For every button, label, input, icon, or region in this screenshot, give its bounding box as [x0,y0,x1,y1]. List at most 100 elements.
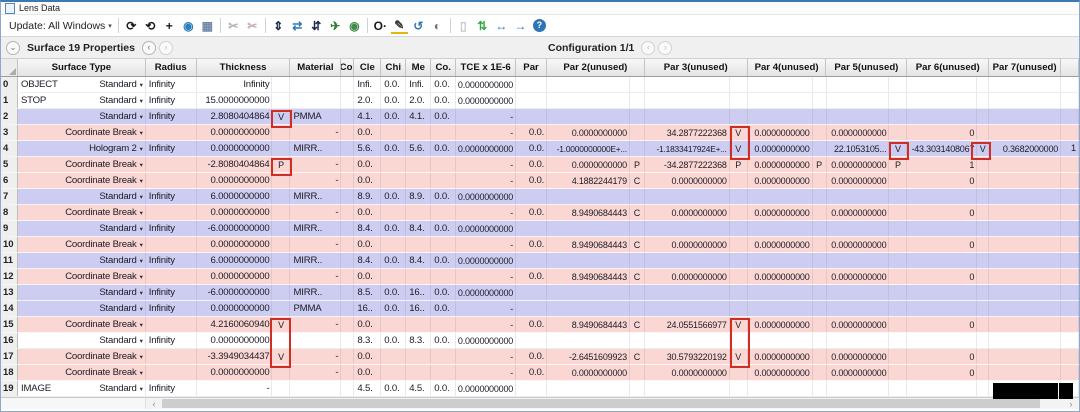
surface-type-cell[interactable]: Hologram 2 ▾ [18,141,146,156]
cell-cle[interactable]: 0.0. [354,365,382,380]
cell-mat[interactable]: MIRR.. [290,189,342,204]
cell-coat[interactable] [341,157,355,172]
cell-f3[interactable] [730,221,748,236]
cell-f2[interactable] [630,333,645,348]
cell-con[interactable] [431,173,457,188]
cell-con[interactable] [431,317,457,332]
cell-p5[interactable]: 0.0000000000 [827,125,890,140]
cell-p1[interactable] [516,93,548,108]
scroll-left-icon[interactable]: ‹ [146,399,162,409]
cell-p7[interactable] [989,285,1062,300]
horizontal-scrollbar[interactable]: ‹ › [1,397,1079,409]
cell-chi[interactable] [381,157,407,172]
cell-con[interactable] [431,365,457,380]
surface-type-cell[interactable]: Standard ▾ [18,253,146,268]
cell-p7[interactable] [989,93,1062,108]
cell-f4[interactable] [813,205,827,220]
cell-tf[interactable] [272,301,291,316]
cell-tce[interactable]: - [456,125,517,140]
cell-p3[interactable]: 0.0000000000 [645,365,730,380]
cell-p6[interactable]: 1 [907,157,978,172]
update-all-icon[interactable]: ⟲ [142,17,159,34]
row-number[interactable]: 8 [1,205,18,220]
cell-me[interactable] [406,349,432,364]
surface-type-cell[interactable]: Coordinate Break ▾ [18,269,146,284]
next-config-button[interactable]: › [658,40,673,55]
cell-cle[interactable]: 8.5. [354,285,382,300]
col-header-par7[interactable]: Par 7(unused) [989,59,1062,76]
cell-p6[interactable] [907,285,978,300]
insert-after-icon[interactable]: ⇄ [289,17,306,34]
surface-type-cell[interactable]: Standard ▾ [18,189,146,204]
cell-mat[interactable]: - [290,317,342,332]
cell-radius[interactable] [146,205,197,220]
cell-con[interactable]: 0.0. [431,77,457,92]
cell-p2[interactable] [547,253,630,268]
cell-tce[interactable]: 0.0000000000 [456,77,517,92]
cell-p5[interactable]: 0.0000000000 [827,365,890,380]
cell-p8[interactable]: 1 [1061,141,1079,156]
cell-p2[interactable] [547,93,630,108]
cell-f2[interactable] [630,285,645,300]
cell-p7[interactable]: 0.3682000000 [989,141,1062,156]
cell-p6[interactable]: 0 [907,205,978,220]
cell-tf[interactable] [272,237,291,252]
cell-chi[interactable] [381,269,407,284]
update-dropdown[interactable]: Update: All Windows ▾ [6,19,115,33]
dropdown-arrow-icon[interactable]: ▾ [140,113,143,121]
cell-p2[interactable]: 0.0000000000 [547,157,630,172]
cell-p1[interactable]: 0.0. [516,317,548,332]
dropdown-arrow-icon[interactable]: ▾ [140,369,143,377]
cell-p3[interactable]: 24.0551566977 [645,317,730,332]
cell-p6[interactable]: 0 [907,125,978,140]
cell-p7[interactable] [989,365,1062,380]
cell-p7[interactable] [989,157,1062,172]
cell-con[interactable]: 0.0. [431,253,457,268]
cell-p6[interactable] [907,381,978,396]
cell-f4[interactable] [813,253,827,268]
cell-tf[interactable] [272,77,291,92]
cell-p8[interactable] [1061,205,1079,220]
cell-f2[interactable] [630,189,645,204]
cell-p4[interactable]: 0.0000000000 [748,205,813,220]
cell-p2[interactable] [547,109,630,124]
cell-p4[interactable]: 0.0000000000 [748,365,813,380]
col-header-coating[interactable]: Co. [341,59,355,76]
cell-f2[interactable]: P [630,157,645,172]
dropdown-arrow-icon[interactable]: ▾ [140,209,143,217]
cell-cle[interactable]: 5.6. [354,141,382,156]
cell-tf[interactable] [272,221,291,236]
cell-tce[interactable]: 0.0000000000 [456,93,517,108]
cell-p7[interactable] [989,381,1062,396]
cell-f5[interactable] [889,125,908,140]
row-number[interactable]: 1 [1,93,18,108]
cell-mat[interactable]: MIRR.. [290,253,342,268]
cell-thick[interactable]: 0.0000000000 [197,301,273,316]
cell-p6[interactable]: 0 [907,237,978,252]
cell-p6[interactable] [907,253,978,268]
cell-f6[interactable] [977,349,990,364]
cell-f6[interactable] [977,285,990,300]
cell-p2[interactable]: 0.0000000000 [547,365,630,380]
cell-tf[interactable] [272,253,291,268]
cell-f4[interactable] [813,173,827,188]
cell-p3[interactable]: 30.5793220192 [645,349,730,364]
cell-coat[interactable] [341,173,355,188]
expand-rows-icon[interactable]: ⇅ [474,17,491,34]
cell-f6[interactable] [977,109,990,124]
dropdown-arrow-icon[interactable]: ▾ [140,193,143,201]
cell-chi[interactable]: 0.0. [381,141,407,156]
cell-p1[interactable] [516,285,548,300]
cell-mat[interactable] [290,381,342,396]
dropdown-arrow-icon[interactable]: ▾ [140,305,143,313]
surface-type-cell[interactable]: Standard ▾ [18,109,146,124]
row-number[interactable]: 18 [1,365,18,380]
cell-coat[interactable] [341,381,355,396]
dropdown-arrow-icon[interactable]: ▾ [140,161,143,169]
col-header-par3[interactable]: Par 3(unused) [645,59,748,76]
cell-f2[interactable] [630,381,645,396]
cell-p5[interactable]: 0.0000000000 [827,317,890,332]
col-header-clear-semi-dia[interactable]: Cle [354,59,382,76]
cell-p4[interactable] [748,301,813,316]
cell-tce[interactable]: - [456,317,517,332]
